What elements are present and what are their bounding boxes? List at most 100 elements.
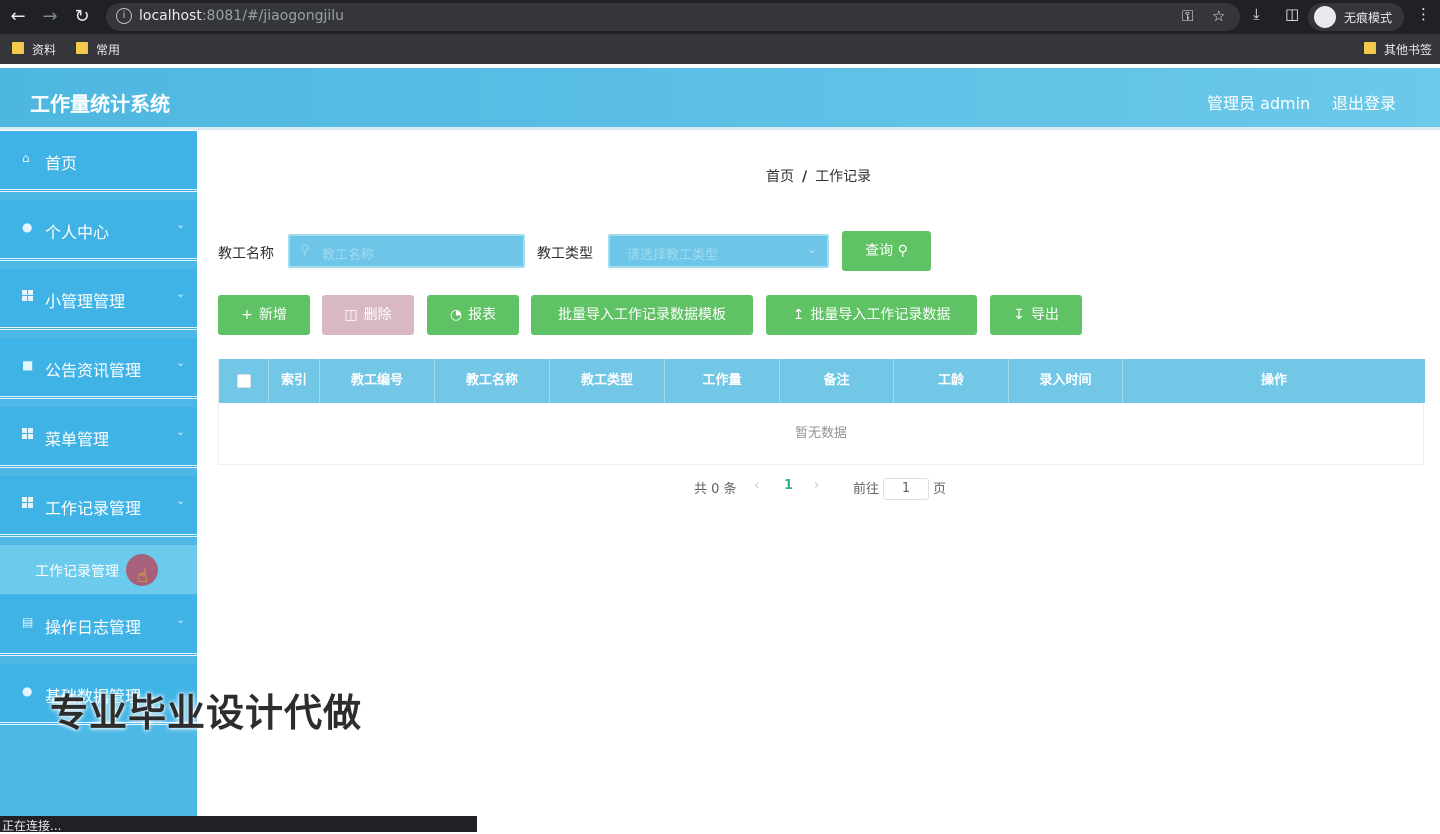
- reload-icon[interactable]: ↻: [70, 5, 94, 29]
- site-info-icon[interactable]: i: [116, 8, 132, 24]
- column-header: 教工编号: [320, 359, 435, 403]
- grid-icon: [22, 290, 35, 303]
- url-host: localhost: [139, 8, 202, 24]
- sidebar-item-label: 个人中心: [45, 223, 110, 242]
- sidebar-item-work-records[interactable]: 工作记录管理 ⌄: [0, 476, 197, 537]
- chevron-down-icon: ⌄: [176, 425, 186, 438]
- sidepanel-icon[interactable]: ◫: [1285, 5, 1299, 23]
- delete-label: 删除: [363, 307, 392, 323]
- chevron-up-icon: ⌄: [176, 494, 186, 507]
- folder-icon: [76, 42, 88, 54]
- user-icon: ●: [22, 220, 33, 234]
- sidebar-item-menu[interactable]: 菜单管理 ⌄: [0, 407, 197, 468]
- chevron-down-icon: ⌄: [176, 356, 186, 369]
- goto-page-input[interactable]: 1: [883, 478, 929, 500]
- import-data-button[interactable]: ↥ 批量导入工作记录数据: [766, 295, 977, 335]
- forward-icon[interactable]: →: [38, 5, 62, 29]
- back-icon[interactable]: ←: [6, 5, 30, 29]
- column-header: 备注: [780, 359, 894, 403]
- sidebar-item-label: 菜单管理: [45, 430, 110, 449]
- type-filter-label: 教工类型: [537, 246, 593, 262]
- incognito-badge[interactable]: 无痕模式: [1308, 3, 1404, 31]
- goto-label: 前往: [853, 482, 880, 497]
- sidebar-item-admin[interactable]: 小管理管理 ⌄: [0, 269, 197, 330]
- message-icon: ■: [22, 358, 34, 372]
- sidebar-item-label: 公告资讯管理: [45, 361, 142, 380]
- column-header: 教工名称: [435, 359, 550, 403]
- import-template-button[interactable]: 批量导入工作记录数据模板: [531, 295, 753, 335]
- bookmarks-bar: 资料 常用 其他书签: [0, 34, 1440, 64]
- column-header: 教工类型: [550, 359, 665, 403]
- page-suffix-label: 页: [933, 482, 947, 497]
- sidebar-item-label: 操作日志管理: [45, 618, 142, 637]
- query-button[interactable]: 查询 ⚲: [842, 231, 931, 271]
- address-bar[interactable]: i localhost:8081/#/jiaogongjilu ⚿ ☆: [106, 3, 1240, 31]
- upload-icon: ↥: [792, 307, 805, 323]
- menu-dots-icon[interactable]: ⋮: [1416, 5, 1431, 23]
- breadcrumb-separator: /: [802, 169, 808, 185]
- page-number-current[interactable]: 1: [784, 478, 793, 493]
- sidebar-item-news[interactable]: ■ 公告资讯管理 ⌄: [0, 338, 197, 399]
- bookmark-folder[interactable]: 资料: [12, 41, 56, 58]
- export-button[interactable]: ↧ 导出: [990, 295, 1082, 335]
- report-button[interactable]: ◔ 报表: [427, 295, 519, 335]
- add-button[interactable]: + 新增: [218, 295, 310, 335]
- pie-chart-icon: ◔: [449, 307, 463, 323]
- chevron-down-icon: ⌄: [807, 243, 817, 256]
- incognito-label: 无痕模式: [1344, 11, 1393, 25]
- chevron-down-icon: ⌄: [176, 218, 186, 231]
- home-icon: ⌂: [22, 151, 30, 165]
- breadcrumb: 首页 / 工作记录: [766, 166, 871, 186]
- chevron-down-icon: ⌄: [176, 287, 186, 300]
- download-icon: ↧: [1013, 307, 1025, 323]
- export-label: 导出: [1030, 307, 1059, 323]
- type-select[interactable]: 请选择教工类型 ⌄: [608, 234, 829, 268]
- sidebar-item-label: 首页: [45, 154, 78, 173]
- import-template-label: 批量导入工作记录数据模板: [558, 307, 726, 323]
- app-header: 工作量统计系统 管理员 admin 退出登录: [0, 68, 1440, 130]
- bookmark-folder[interactable]: 常用: [76, 41, 120, 58]
- sidebar-subitem-work-records[interactable]: 工作记录管理: [0, 545, 197, 594]
- column-header: 录入时间: [1009, 359, 1123, 403]
- query-label: 查询: [865, 243, 894, 259]
- other-bookmarks-label: 其他书签: [1384, 43, 1433, 57]
- folder-icon: [12, 42, 24, 54]
- logout-button[interactable]: 退出登录: [1332, 90, 1396, 114]
- bookmark-label: 常用: [96, 43, 121, 57]
- star-icon[interactable]: ☆: [1212, 7, 1225, 25]
- sidebar-item-logs[interactable]: ▤ 操作日志管理 ⌄: [0, 595, 197, 656]
- search-icon: ⚲: [897, 243, 908, 259]
- column-header: 工作量: [665, 359, 780, 403]
- delete-button[interactable]: ◫ 删除: [322, 295, 414, 335]
- folder-icon: [1364, 42, 1376, 54]
- column-header: 操作: [1260, 373, 1287, 388]
- breadcrumb-current: 工作记录: [815, 169, 872, 185]
- bookmark-label: 资料: [32, 43, 57, 57]
- name-search-input[interactable]: ⚲ 教工名称: [288, 234, 525, 268]
- browser-status-bar: 正在连接...: [0, 816, 477, 833]
- watermark-text: 专业毕业设计代做: [50, 691, 363, 735]
- sidebar-item-profile[interactable]: ● 个人中心 ⌄: [0, 200, 197, 261]
- sidebar-item-home[interactable]: ⌂ 首页: [0, 131, 197, 192]
- breadcrumb-home[interactable]: 首页: [766, 169, 794, 185]
- type-placeholder: 请选择教工类型: [627, 248, 719, 263]
- sidebar-subitem-label: 工作记录管理: [35, 564, 119, 580]
- key-icon[interactable]: ⚿: [1182, 7, 1193, 25]
- chevron-down-icon: ⌄: [176, 613, 186, 626]
- column-header: 工龄: [894, 359, 1009, 403]
- sidebar-item-label: 小管理管理: [45, 292, 126, 311]
- next-page-icon[interactable]: ›: [814, 478, 819, 493]
- prev-page-icon[interactable]: ‹: [754, 478, 759, 493]
- admin-label: 管理员 admin: [1207, 94, 1311, 113]
- status-text: 正在连接...: [2, 819, 62, 833]
- select-all-cell: [219, 359, 269, 403]
- trash-icon: ◫: [344, 307, 358, 323]
- other-bookmarks[interactable]: 其他书签: [1364, 41, 1432, 58]
- select-all-checkbox[interactable]: [236, 373, 251, 388]
- download-icon[interactable]: ⤓: [1253, 5, 1260, 23]
- import-data-label: 批量导入工作记录数据: [810, 307, 951, 323]
- name-filter-label: 教工名称: [218, 246, 274, 262]
- report-label: 报表: [468, 307, 497, 323]
- url-path: :8081/#/jiaogongjilu: [201, 8, 345, 24]
- grid-icon: [22, 428, 35, 441]
